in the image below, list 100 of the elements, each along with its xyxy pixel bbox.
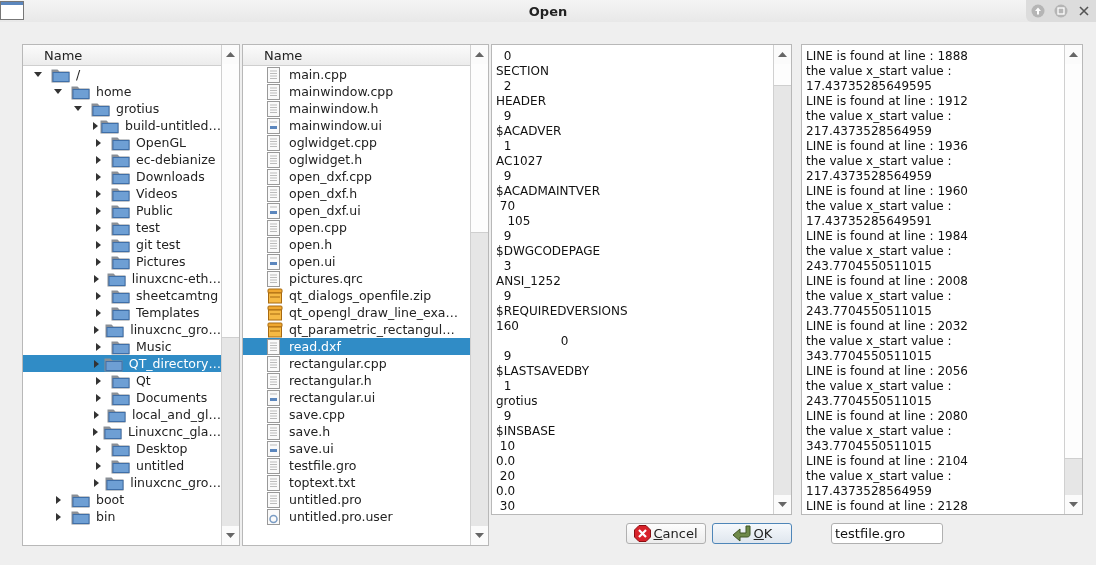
- tree-item[interactable]: Pictures: [23, 253, 221, 270]
- expand-arrow-icon[interactable]: [95, 155, 101, 164]
- scroll-down-icon[interactable]: [778, 501, 787, 508]
- file-item[interactable]: untitled.pro: [243, 491, 470, 508]
- expand-arrow-icon[interactable]: [94, 274, 100, 283]
- expand-arrow-icon[interactable]: [95, 240, 101, 249]
- file-item[interactable]: mainwindow.cpp: [243, 83, 470, 100]
- tree-item[interactable]: untitled: [23, 457, 221, 474]
- tree-item[interactable]: grotius: [23, 100, 221, 117]
- expand-arrow-icon[interactable]: [94, 410, 100, 419]
- expand-arrow-icon[interactable]: [95, 189, 101, 198]
- scroll-down-icon[interactable]: [1069, 501, 1078, 508]
- file-item[interactable]: rectangular.cpp: [243, 355, 470, 372]
- file-item[interactable]: save.cpp: [243, 406, 470, 423]
- file-item[interactable]: oglwidget.cpp: [243, 134, 470, 151]
- scrollbar-thumb[interactable]: [774, 64, 791, 86]
- file-item[interactable]: open.ui: [243, 253, 470, 270]
- column-header[interactable]: Name: [23, 45, 221, 66]
- file-item[interactable]: open_dxf.h: [243, 185, 470, 202]
- tree-item[interactable]: ec-debianize: [23, 151, 221, 168]
- expand-arrow-icon[interactable]: [95, 257, 101, 266]
- collapse-arrow-icon[interactable]: [34, 72, 42, 77]
- file-item[interactable]: rectangular.ui: [243, 389, 470, 406]
- tree-item[interactable]: Qt: [23, 372, 221, 389]
- filename-field[interactable]: testfile.gro: [831, 523, 943, 544]
- tree-item[interactable]: Documents: [23, 389, 221, 406]
- tree-item[interactable]: Videos: [23, 185, 221, 202]
- tree-item[interactable]: bin: [23, 508, 221, 525]
- tree-item[interactable]: linuxcnc-eth…: [23, 270, 221, 287]
- expand-arrow-icon[interactable]: [93, 121, 98, 130]
- expand-arrow-icon[interactable]: [95, 172, 101, 181]
- tree-item[interactable]: git test: [23, 236, 221, 253]
- file-item[interactable]: pictures.qrc: [243, 270, 470, 287]
- expand-arrow-icon[interactable]: [55, 495, 61, 504]
- file-item[interactable]: open.cpp: [243, 219, 470, 236]
- tree-item[interactable]: /: [23, 66, 221, 83]
- tree-item[interactable]: Templates: [23, 304, 221, 321]
- file-item[interactable]: oglwidget.h: [243, 151, 470, 168]
- column-header[interactable]: Name: [243, 45, 470, 66]
- tree-item[interactable]: build-untitled…: [23, 117, 221, 134]
- tree-item[interactable]: Desktop: [23, 440, 221, 457]
- tree-item[interactable]: Public: [23, 202, 221, 219]
- expand-arrow-icon[interactable]: [95, 376, 101, 385]
- tree-item[interactable]: local_and_gl…: [23, 406, 221, 423]
- tree-item[interactable]: Downloads: [23, 168, 221, 185]
- tree-item[interactable]: boot: [23, 491, 221, 508]
- expand-arrow-icon[interactable]: [93, 478, 99, 487]
- scrollbar-thumb[interactable]: [1065, 64, 1082, 459]
- file-item[interactable]: qt_dialogs_openfile.zip: [243, 287, 470, 304]
- file-item[interactable]: main.cpp: [243, 66, 470, 83]
- file-item[interactable]: read.dxf: [243, 338, 470, 355]
- tree-item[interactable]: home: [23, 83, 221, 100]
- scrollbar-thumb[interactable]: [222, 64, 239, 338]
- scroll-down-icon[interactable]: [475, 532, 484, 539]
- tree-item[interactable]: linuxcnc_gro…: [23, 321, 221, 338]
- collapse-arrow-icon[interactable]: [74, 106, 82, 111]
- tree-item[interactable]: QT_directory…: [23, 355, 221, 372]
- expand-arrow-icon[interactable]: [55, 512, 61, 521]
- file-item[interactable]: rectangular.h: [243, 372, 470, 389]
- cancel-button[interactable]: Cancel: [626, 523, 706, 544]
- scrollbar-thumb[interactable]: [471, 64, 488, 233]
- expand-arrow-icon[interactable]: [95, 291, 101, 300]
- close-icon[interactable]: [1077, 4, 1092, 18]
- tree-item[interactable]: OpenGL: [23, 134, 221, 151]
- scroll-up-icon[interactable]: [778, 51, 787, 58]
- tree-item[interactable]: linuxcnc_gro…: [23, 474, 221, 491]
- expand-arrow-icon[interactable]: [95, 138, 101, 147]
- expand-arrow-icon[interactable]: [95, 223, 101, 232]
- file-item[interactable]: untitled.pro.user: [243, 508, 470, 525]
- file-item[interactable]: testfile.gro: [243, 457, 470, 474]
- expand-arrow-icon[interactable]: [95, 308, 101, 317]
- expand-arrow-icon[interactable]: [93, 325, 99, 334]
- file-item[interactable]: save.ui: [243, 440, 470, 457]
- scroll-up-icon[interactable]: [226, 51, 235, 58]
- tree-item[interactable]: Linuxcnc_gla…: [23, 423, 221, 440]
- file-item[interactable]: mainwindow.ui: [243, 117, 470, 134]
- file-item[interactable]: open.h: [243, 236, 470, 253]
- expand-arrow-icon[interactable]: [95, 342, 101, 351]
- tree-item[interactable]: Music: [23, 338, 221, 355]
- scrollbar[interactable]: [773, 45, 791, 514]
- file-item[interactable]: qt_parametric_rectangul…: [243, 321, 470, 338]
- tree-item[interactable]: sheetcamtng: [23, 287, 221, 304]
- file-item[interactable]: toptext.txt: [243, 474, 470, 491]
- file-item[interactable]: mainwindow.h: [243, 100, 470, 117]
- tree-item[interactable]: test: [23, 219, 221, 236]
- file-item[interactable]: open_dxf.ui: [243, 202, 470, 219]
- collapse-arrow-icon[interactable]: [54, 89, 62, 94]
- scrollbar[interactable]: [470, 45, 488, 545]
- expand-arrow-icon[interactable]: [95, 206, 101, 215]
- expand-arrow-icon[interactable]: [95, 444, 101, 453]
- expand-arrow-icon[interactable]: [95, 393, 101, 402]
- scroll-up-icon[interactable]: [475, 51, 484, 58]
- ok-button[interactable]: OK: [712, 523, 792, 544]
- scroll-up-icon[interactable]: [1069, 51, 1078, 58]
- scrollbar[interactable]: [221, 45, 239, 545]
- expand-arrow-icon[interactable]: [93, 427, 99, 436]
- scroll-down-icon[interactable]: [226, 532, 235, 539]
- file-item[interactable]: qt_opengl_draw_line_exa…: [243, 304, 470, 321]
- scrollbar[interactable]: [1064, 45, 1082, 514]
- file-item[interactable]: save.h: [243, 423, 470, 440]
